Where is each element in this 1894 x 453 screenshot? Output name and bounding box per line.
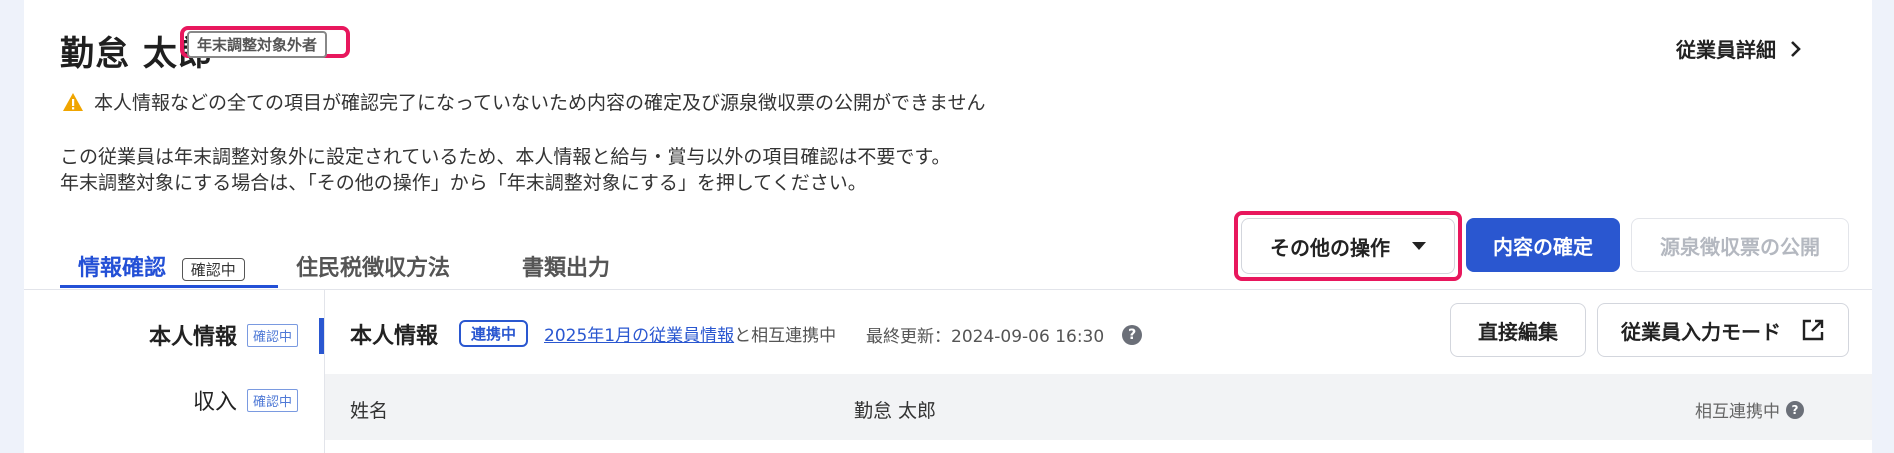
sync-suffix: と相互連携中 (734, 326, 837, 346)
tabs-divider (24, 289, 1872, 290)
warning-icon (63, 92, 83, 111)
sidebar-active-indicator (319, 318, 324, 354)
info-text-line2: 年末調整対象にする場合は、「その他の操作」から「年末調整対象にする」を押してくだ… (60, 172, 867, 194)
help-icon[interactable]: ? (1786, 400, 1804, 419)
sidebar-item-income[interactable]: 収入 確認中 (193, 384, 298, 416)
employee-info-link[interactable]: 2025年1月の従業員情報 (544, 326, 734, 346)
employee-detail-label: 従業員詳細 (1676, 38, 1776, 62)
sidebar-status-chip: 確認中 (246, 323, 298, 347)
employee-input-mode-label: 従業員入力モード (1621, 319, 1781, 344)
info-text-line1: この従業員は年末調整対象外に設定されているため、本人情報と給与・賞与以外の項目確… (60, 146, 951, 168)
sidebar-item-label: 本人情報 (148, 325, 237, 350)
row-sync-status: 相互連携中 ? (1695, 397, 1804, 422)
row-sync-status-text: 相互連携中 (1695, 402, 1780, 422)
chevron-right-icon (1791, 40, 1801, 57)
last-updated-text: 最終更新：2024-09-06 16:30 (866, 327, 1105, 347)
tab-status-chip: 確認中 (181, 257, 245, 281)
other-actions-button[interactable]: その他の操作 (1241, 218, 1455, 274)
other-actions-label: その他の操作 (1270, 235, 1390, 260)
main-card: 勤怠 太郎 年末調整対象外者 従業員詳細 本人情報などの全ての項目が確認完了にな… (24, 0, 1872, 453)
external-link-icon (1802, 319, 1824, 341)
sidebar-item-label: 収入 (192, 390, 237, 415)
sync-description: 2025年1月の従業員情報と相互連携中 (544, 321, 836, 346)
tab-info-confirm-label: 情報確認 (78, 256, 167, 281)
exclusion-badge: 年末調整対象外者 (187, 31, 328, 58)
direct-edit-button[interactable]: 直接編集 (1450, 303, 1586, 357)
publish-withholding-button[interactable]: 源泉徴収票の公開 (1631, 218, 1849, 272)
tab-info-confirm[interactable]: 情報確認 確認中 (78, 250, 245, 282)
section-title: 本人情報 (350, 324, 439, 349)
employee-detail-link[interactable]: 従業員詳細 (1676, 34, 1802, 63)
warning-message: 本人情報などの全ての項目が確認完了になっていないため内容の確定及び源泉徴収票の公… (62, 88, 985, 115)
tab-documents[interactable]: 書類出力 (522, 250, 610, 282)
table-row (325, 374, 1872, 440)
last-updated: 最終更新：2024-09-06 16:30 ? (866, 322, 1143, 347)
active-tab-indicator (60, 285, 278, 288)
warning-text: 本人情報などの全ての項目が確認完了になっていないため内容の確定及び源泉徴収票の公… (94, 92, 986, 114)
tab-resident-tax[interactable]: 住民税徴収方法 (296, 250, 450, 282)
caret-down-icon (1412, 242, 1426, 250)
help-icon[interactable]: ? (1122, 324, 1143, 345)
employee-input-mode-button[interactable]: 従業員入力モード (1597, 303, 1849, 357)
sidebar-status-chip: 確認中 (246, 388, 298, 412)
sidebar-item-personal-info[interactable]: 本人情報 確認中 (149, 319, 298, 351)
row-label-name: 姓名 (350, 400, 389, 422)
sync-status-chip: 連携中 (459, 320, 529, 347)
confirm-content-button[interactable]: 内容の確定 (1466, 218, 1620, 272)
row-value-name: 勤怠 太郎 (854, 400, 937, 422)
